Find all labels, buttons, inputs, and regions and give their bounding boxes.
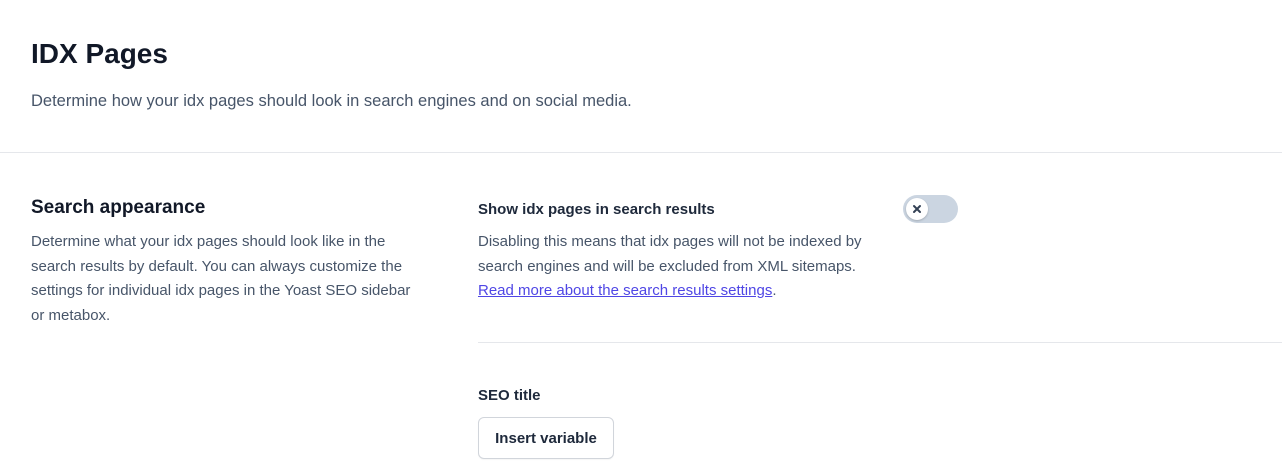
show-in-search-description-text: Disabling this means that idx pages will… — [478, 233, 862, 275]
idx-pages-settings: IDX Pages Determine how your idx pages s… — [0, 0, 1282, 467]
show-in-search-label: Show idx pages in search results — [478, 201, 715, 218]
description-suffix: . — [772, 282, 777, 299]
section-title-search-appearance: Search appearance — [31, 197, 206, 218]
seo-title-label: SEO title — [478, 387, 541, 404]
section-description-search-appearance: Determine what your idx pages should loo… — [31, 233, 411, 324]
page-header: IDX Pages Determine how your idx pages s… — [0, 0, 1282, 153]
insert-variable-button[interactable]: Insert variable — [478, 417, 614, 459]
x-icon — [913, 205, 921, 213]
page-description: Determine how your idx pages should look… — [31, 92, 632, 110]
divider — [478, 342, 1282, 343]
page-title: IDX Pages — [31, 38, 168, 69]
show-in-search-toggle[interactable] — [903, 195, 958, 223]
show-in-search-description: Disabling this means that idx pages will… — [478, 230, 883, 304]
toggle-knob — [906, 198, 928, 220]
search-results-settings-link[interactable]: Read more about the search results setti… — [478, 282, 772, 299]
